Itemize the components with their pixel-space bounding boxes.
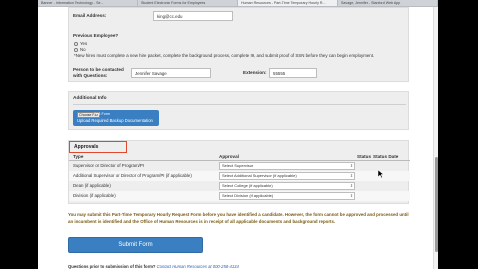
table-row: Additional Supervisor or Director of Pro… [69, 171, 410, 181]
additional-info-panel: Additional Info Choose File W-4 Form Upl… [68, 91, 409, 130]
browser-tab-active[interactable]: Human Resources - Part-Time Temporary Ho… [238, 0, 338, 6]
employee-info-panel: Email Address: king@cc.edu Previous Empl… [68, 7, 409, 82]
column-header-status: Status [357, 154, 372, 159]
select-arrows-icon: ⇕ [349, 194, 353, 198]
upload-backup-button[interactable]: Choose File W-4 Form Upload Required Bac… [73, 110, 159, 126]
select-arrows-icon: ⇕ [349, 174, 353, 178]
submission-notice: You may submit this Part-Time Temporary … [68, 212, 409, 224]
browser-tab[interactable]: Savage, Jennifer - Stanford Web App [338, 0, 438, 6]
submit-form-button[interactable]: Submit Form [68, 237, 203, 253]
additional-info-title: Additional Info [73, 96, 107, 101]
select-value: Select Division (if applicable) [222, 193, 274, 198]
dean-select[interactable]: Select College (if applicable) ⇕ [219, 182, 355, 190]
additional-info-divider [73, 104, 406, 105]
previous-employee-no-radio[interactable] [74, 48, 78, 52]
contact-name-field[interactable]: Jennifer Savage [131, 68, 211, 78]
browser-window: Banner - Information Technology - Se... … [38, 0, 438, 269]
upload-label: Upload Required Backup Documentation [77, 118, 153, 123]
no-label: No [80, 47, 86, 52]
page-scrollbar[interactable] [433, 7, 438, 269]
browser-tab[interactable]: Student Electronic Forms for Employees [138, 0, 238, 6]
approvals-panel: Approvals Type Approval Status Status Da… [68, 140, 410, 204]
previous-employee-label: Previous Employee? [73, 33, 119, 38]
previous-employee-yes-radio[interactable] [74, 42, 78, 46]
chosen-file-name: W-4 Form [94, 112, 110, 116]
additional-supervisor-select[interactable]: Select Additional Supervisor (if applica… [219, 172, 355, 180]
select-value: Select College (if applicable) [222, 183, 273, 188]
approval-type: Additional Supervisor or Director of Pro… [73, 173, 192, 178]
contact-label-line1: Person to be contacted [73, 67, 124, 72]
questions-line: Questions prior to submission of this fo… [68, 264, 239, 269]
approval-type: Supervisor or Director of Program/PI [73, 163, 145, 168]
select-value: Select Supervisor [222, 163, 254, 168]
column-header-type: Type [73, 154, 84, 159]
extension-field[interactable]: 55555 [269, 68, 317, 78]
browser-tab[interactable]: Banner - Information Technology - Se... [38, 0, 138, 6]
division-select[interactable]: Select Division (if applicable) ⇕ [219, 192, 355, 200]
approval-type: Division (if applicable) [73, 193, 116, 198]
yes-label: Yes [80, 41, 88, 46]
table-row: Dean (if applicable) Select College (if … [69, 181, 410, 191]
scrollbar-thumb[interactable] [435, 157, 438, 252]
table-row: Division (if applicable) Select Division… [69, 191, 410, 201]
questions-prefix: Questions prior to submission of this fo… [68, 264, 156, 269]
supervisor-select[interactable]: Select Supervisor ⇕ [219, 162, 355, 170]
contact-label-line2: with Questions: [73, 73, 108, 78]
contact-hr-link[interactable]: Contact Human Resources at 000-258-4134 [157, 264, 239, 269]
mouse-pointer-icon [378, 170, 384, 178]
column-header-approval: Approval [219, 154, 239, 159]
column-header-status-date: Status Date [373, 154, 399, 159]
approvals-title: Approvals [69, 141, 127, 153]
email-field[interactable]: king@cc.edu [153, 11, 233, 21]
page-content: Email Address: king@cc.edu Previous Empl… [38, 7, 433, 269]
select-arrows-icon: ⇕ [349, 164, 353, 168]
extension-label: Extension: [243, 70, 267, 75]
select-value: Select Additional Supervisor (if applica… [222, 173, 297, 178]
email-label: Email Address: [73, 13, 107, 18]
approval-type: Dean (if applicable) [73, 183, 111, 188]
table-row: Supervisor or Director of Program/PI Sel… [69, 161, 410, 171]
select-arrows-icon: ⇕ [349, 184, 353, 188]
browser-tab-bar: Banner - Information Technology - Se... … [38, 0, 438, 7]
new-hire-note: *New hires must complete a new hire pack… [74, 53, 375, 58]
